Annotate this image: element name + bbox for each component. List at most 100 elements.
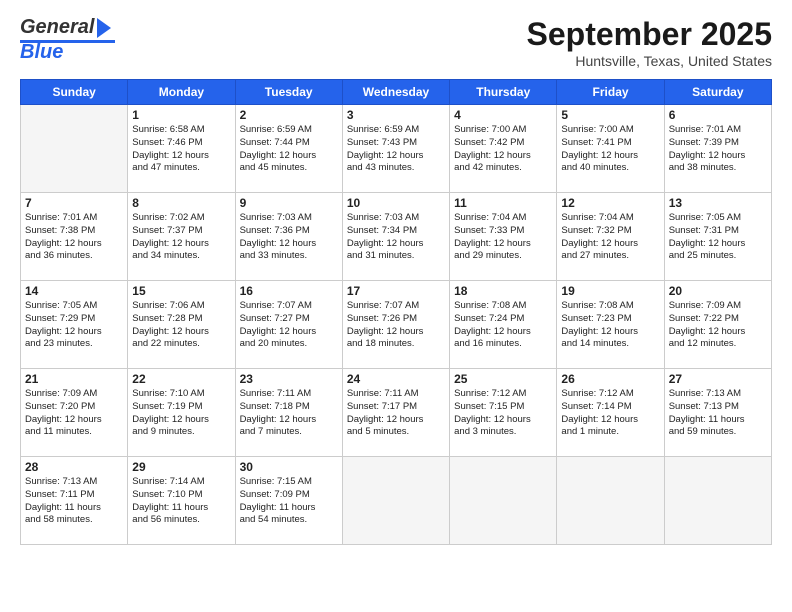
cell-content: Sunrise: 6:59 AMSunset: 7:44 PMDaylight:… [240,124,338,175]
calendar-cell: 24 Sunrise: 7:11 AMSunset: 7:17 PMDayligh… [342,369,449,457]
month-title: September 2025 [527,16,772,53]
cell-content: Sunrise: 7:03 AMSunset: 7:36 PMDaylight:… [240,212,338,263]
day-number: 19 [561,284,659,298]
day-number: 27 [669,372,767,386]
cell-content: Sunrise: 7:01 AMSunset: 7:39 PMDaylight:… [669,124,767,175]
cell-content: Sunrise: 7:04 AMSunset: 7:33 PMDaylight:… [454,212,552,263]
calendar-cell: 14 Sunrise: 7:05 AMSunset: 7:29 PMDayligh… [21,281,128,369]
calendar-cell: 10Sunrise: 7:03 AMSunset: 7:34 PMDayligh… [342,193,449,281]
day-number: 3 [347,108,445,122]
calendar-cell: 13 Sunrise: 7:05 AMSunset: 7:31 PMDayligh… [664,193,771,281]
logo: General Blue [20,16,115,64]
calendar-cell: 18 Sunrise: 7:08 AMSunset: 7:24 PMDayligh… [450,281,557,369]
cell-content: Sunrise: 7:02 AMSunset: 7:37 PMDaylight:… [132,212,230,263]
calendar-cell: 20 Sunrise: 7:09 AMSunset: 7:22 PMDayligh… [664,281,771,369]
col-tuesday: Tuesday [235,80,342,105]
day-number: 26 [561,372,659,386]
page: General Blue September 2025 Huntsville, … [0,0,792,612]
calendar-cell: 26 Sunrise: 7:12 AMSunset: 7:14 PMDayligh… [557,369,664,457]
cell-content: Sunrise: 7:05 AMSunset: 7:31 PMDaylight:… [669,212,767,263]
calendar-week-row: 21Sunrise: 7:09 AMSunset: 7:20 PMDayligh… [21,369,772,457]
col-saturday: Saturday [664,80,771,105]
day-number: 8 [132,196,230,210]
calendar-cell [342,457,449,545]
calendar-week-row: 7 Sunrise: 7:01 AMSunset: 7:38 PMDaylight… [21,193,772,281]
day-number: 20 [669,284,767,298]
calendar-cell: 21Sunrise: 7:09 AMSunset: 7:20 PMDayligh… [21,369,128,457]
cell-content: Sunrise: 7:12 AMSunset: 7:15 PMDaylight:… [454,388,552,439]
day-number: 13 [669,196,767,210]
calendar-cell [664,457,771,545]
cell-content: Sunrise: 7:13 AMSunset: 7:13 PMDaylight:… [669,388,767,439]
day-number: 2 [240,108,338,122]
calendar-cell: 29 Sunrise: 7:14 AMSunset: 7:10 PMDayligh… [128,457,235,545]
cell-content: Sunrise: 7:09 AMSunset: 7:22 PMDaylight:… [669,300,767,351]
calendar-cell: 3 Sunrise: 6:59 AMSunset: 7:43 PMDaylight… [342,105,449,193]
day-number: 9 [240,196,338,210]
day-number: 21 [25,372,123,386]
logo-blue-text: Blue [20,41,63,64]
calendar-cell: 1 Sunrise: 6:58 AMSunset: 7:46 PMDaylight… [128,105,235,193]
cell-content: Sunrise: 7:01 AMSunset: 7:38 PMDaylight:… [25,212,123,263]
calendar-week-row: 28Sunrise: 7:13 AMSunset: 7:11 PMDayligh… [21,457,772,545]
calendar-cell: 22Sunrise: 7:10 AMSunset: 7:19 PMDayligh… [128,369,235,457]
day-number: 6 [669,108,767,122]
cell-content: Sunrise: 7:08 AMSunset: 7:24 PMDaylight:… [454,300,552,351]
calendar-cell: 7 Sunrise: 7:01 AMSunset: 7:38 PMDaylight… [21,193,128,281]
day-number: 17 [347,284,445,298]
day-number: 29 [132,460,230,474]
calendar-week-row: 1 Sunrise: 6:58 AMSunset: 7:46 PMDaylight… [21,105,772,193]
cell-content: Sunrise: 7:05 AMSunset: 7:29 PMDaylight:… [25,300,123,351]
day-number: 10 [347,196,445,210]
calendar-cell: 25 Sunrise: 7:12 AMSunset: 7:15 PMDayligh… [450,369,557,457]
logo-arrow-icon [97,18,111,38]
day-number: 12 [561,196,659,210]
col-thursday: Thursday [450,80,557,105]
cell-content: Sunrise: 7:07 AMSunset: 7:26 PMDaylight:… [347,300,445,351]
cell-content: Sunrise: 7:07 AMSunset: 7:27 PMDaylight:… [240,300,338,351]
col-wednesday: Wednesday [342,80,449,105]
calendar-cell [557,457,664,545]
calendar-cell: 2 Sunrise: 6:59 AMSunset: 7:44 PMDaylight… [235,105,342,193]
header: General Blue September 2025 Huntsville, … [20,16,772,69]
calendar-cell: 6 Sunrise: 7:01 AMSunset: 7:39 PMDaylight… [664,105,771,193]
calendar-cell: 19Sunrise: 7:08 AMSunset: 7:23 PMDayligh… [557,281,664,369]
calendar-cell: 16 Sunrise: 7:07 AMSunset: 7:27 PMDayligh… [235,281,342,369]
calendar-table: Sunday Monday Tuesday Wednesday Thursday… [20,79,772,545]
calendar-cell [450,457,557,545]
col-friday: Friday [557,80,664,105]
day-number: 14 [25,284,123,298]
day-number: 25 [454,372,552,386]
cell-content: Sunrise: 7:14 AMSunset: 7:10 PMDaylight:… [132,476,230,527]
day-number: 1 [132,108,230,122]
calendar-cell: 30Sunrise: 7:15 AMSunset: 7:09 PMDayligh… [235,457,342,545]
cell-content: Sunrise: 6:58 AMSunset: 7:46 PMDaylight:… [132,124,230,175]
calendar-cell: 8 Sunrise: 7:02 AMSunset: 7:37 PMDaylight… [128,193,235,281]
cell-content: Sunrise: 7:11 AMSunset: 7:17 PMDaylight:… [347,388,445,439]
calendar-header-row: Sunday Monday Tuesday Wednesday Thursday… [21,80,772,105]
calendar-cell: 27 Sunrise: 7:13 AMSunset: 7:13 PMDayligh… [664,369,771,457]
calendar-cell: 23Sunrise: 7:11 AMSunset: 7:18 PMDayligh… [235,369,342,457]
day-number: 16 [240,284,338,298]
cell-content: Sunrise: 7:11 AMSunset: 7:18 PMDaylight:… [240,388,338,439]
calendar-cell: 17 Sunrise: 7:07 AMSunset: 7:26 PMDayligh… [342,281,449,369]
calendar-week-row: 14 Sunrise: 7:05 AMSunset: 7:29 PMDayligh… [21,281,772,369]
calendar-cell [21,105,128,193]
day-number: 4 [454,108,552,122]
cell-content: Sunrise: 7:06 AMSunset: 7:28 PMDaylight:… [132,300,230,351]
logo-general-text: General [20,16,94,39]
location: Huntsville, Texas, United States [527,53,772,69]
logo-icon: General [20,16,112,39]
day-number: 7 [25,196,123,210]
day-number: 18 [454,284,552,298]
cell-content: Sunrise: 6:59 AMSunset: 7:43 PMDaylight:… [347,124,445,175]
cell-content: Sunrise: 7:12 AMSunset: 7:14 PMDaylight:… [561,388,659,439]
day-number: 24 [347,372,445,386]
cell-content: Sunrise: 7:04 AMSunset: 7:32 PMDaylight:… [561,212,659,263]
cell-content: Sunrise: 7:15 AMSunset: 7:09 PMDaylight:… [240,476,338,527]
day-number: 28 [25,460,123,474]
calendar-cell: 5Sunrise: 7:00 AMSunset: 7:41 PMDaylight… [557,105,664,193]
cell-content: Sunrise: 7:00 AMSunset: 7:42 PMDaylight:… [454,124,552,175]
day-number: 5 [561,108,659,122]
day-number: 11 [454,196,552,210]
